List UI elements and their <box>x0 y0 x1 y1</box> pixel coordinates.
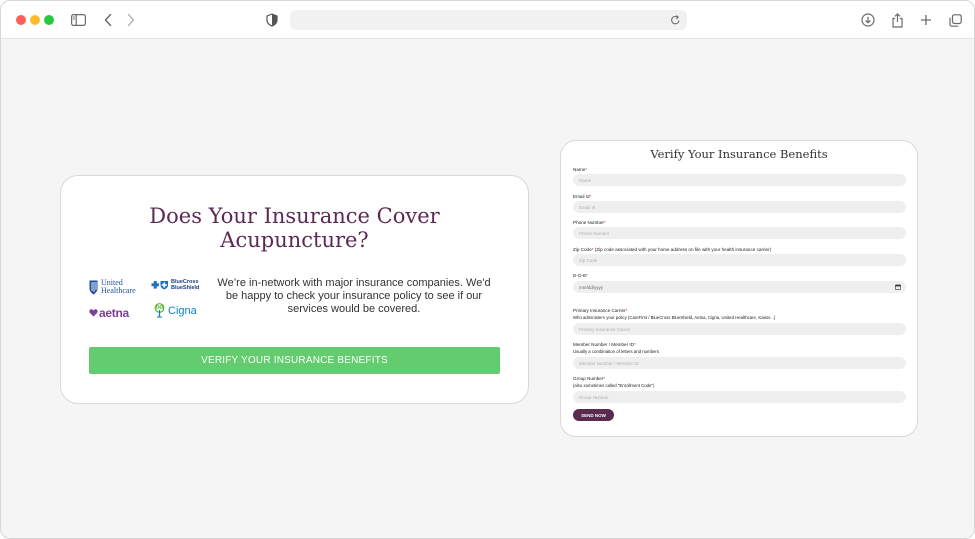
reload-icon[interactable] <box>670 13 681 31</box>
send-now-button[interactable]: SEND NOW <box>573 409 614 421</box>
group-field[interactable] <box>573 391 906 403</box>
required-mark: * <box>634 342 636 347</box>
tabs-overview-icon[interactable] <box>946 11 964 29</box>
required-mark: * <box>589 194 592 199</box>
aetna-wordmark: aetna <box>99 306 129 320</box>
promo-title: Does Your Insurance Cover Acupuncture? <box>149 204 440 252</box>
required-mark: * <box>591 247 594 252</box>
email-field[interactable] <box>573 201 906 213</box>
insurance-promo-card: Does Your Insurance Cover Acupuncture? U… <box>60 175 529 404</box>
name-label: Name* <box>573 167 587 173</box>
zip-label: Zip Code* (Zip code associated with your… <box>573 247 771 253</box>
shield-icon[interactable] <box>263 11 281 29</box>
phone-label: Phone Number* <box>573 220 606 226</box>
email-label: Email Id* <box>573 194 591 200</box>
page-content: Does Your Insurance Cover Acupuncture? U… <box>1 40 974 538</box>
browser-window: Does Your Insurance Cover Acupuncture? U… <box>0 0 975 539</box>
bluecross-blueshield-icon <box>151 281 168 290</box>
carrier-label-text: Primary Insurance Carrier <box>573 308 626 313</box>
sidebar-icon[interactable] <box>69 11 87 29</box>
browser-toolbar <box>1 1 974 39</box>
required-mark: * <box>603 220 606 225</box>
phone-label-text: Phone Number <box>573 220 604 225</box>
chevron-right-icon[interactable] <box>122 11 140 29</box>
zoom-window-button[interactable] <box>44 15 54 25</box>
member-field[interactable] <box>573 357 906 369</box>
share-icon[interactable] <box>888 11 906 29</box>
close-window-button[interactable] <box>16 15 26 25</box>
name-field[interactable] <box>573 174 906 186</box>
member-hint: Usually a combination of letters and num… <box>573 349 659 354</box>
verify-benefits-button[interactable]: VERIFY YOUR INSURANCE BENEFITS <box>89 347 500 374</box>
dob-label-text: D-O-B <box>573 273 587 278</box>
dob-label: D-O-B* <box>573 273 588 279</box>
chevron-left-icon[interactable] <box>99 11 117 29</box>
member-label-text: Member Number / Member ID <box>573 342 635 347</box>
united-healthcare-logo: United Healthcare <box>89 279 136 295</box>
uh-line2: Healthcare <box>101 286 136 295</box>
zip-label-text: Zip Code <box>573 247 592 252</box>
required-mark: * <box>603 376 606 381</box>
calendar-icon[interactable] <box>895 284 901 290</box>
heart-icon <box>89 309 98 317</box>
address-bar[interactable] <box>290 10 687 30</box>
cigna-logo: Cigna <box>153 303 197 318</box>
carrier-hint: Who administers your policy (CareFirst /… <box>573 315 776 320</box>
tree-icon <box>154 303 165 318</box>
required-mark: * <box>625 308 628 313</box>
member-label: Member Number / Member ID* <box>573 342 636 348</box>
cigna-wordmark: Cigna <box>168 304 197 317</box>
united-healthcare-shield-icon <box>89 280 98 294</box>
download-icon[interactable] <box>859 11 877 29</box>
bluecross-blueshield-logo: BlueCross BlueShield <box>151 279 199 291</box>
phone-field[interactable] <box>573 227 906 239</box>
group-hint: (also sometimes called "Enrollment Code"… <box>573 383 655 388</box>
carrier-label: Primary Insurance Carrier* <box>573 308 627 314</box>
plus-icon[interactable] <box>917 11 935 29</box>
verify-benefits-form: Verify Your Insurance Benefits Name* Ema… <box>560 140 918 437</box>
name-label-text: Name <box>573 167 586 172</box>
required-mark: * <box>586 273 588 278</box>
email-label-text: Email Id <box>573 194 590 199</box>
dob-field[interactable]: mm/dd/yyyy <box>573 281 906 293</box>
zip-hint: (Zip code associated with your home addr… <box>594 247 772 252</box>
insurance-logos: United Healthcare BlueCross BlueShield a… <box>89 276 207 324</box>
aetna-logo: aetna <box>89 306 129 320</box>
minimize-window-button[interactable] <box>30 15 40 25</box>
form-title: Verify Your Insurance Benefits <box>650 147 828 161</box>
group-label: Group Number* <box>573 376 605 382</box>
dob-placeholder: mm/dd/yyyy <box>579 284 604 290</box>
bc-line2: BlueShield <box>171 285 200 291</box>
zip-field[interactable] <box>573 254 906 266</box>
carrier-field[interactable] <box>573 323 906 335</box>
required-mark: * <box>585 167 588 172</box>
promo-description: We’re in-network with major insurance co… <box>217 277 491 315</box>
group-label-text: Group Number <box>573 376 604 381</box>
